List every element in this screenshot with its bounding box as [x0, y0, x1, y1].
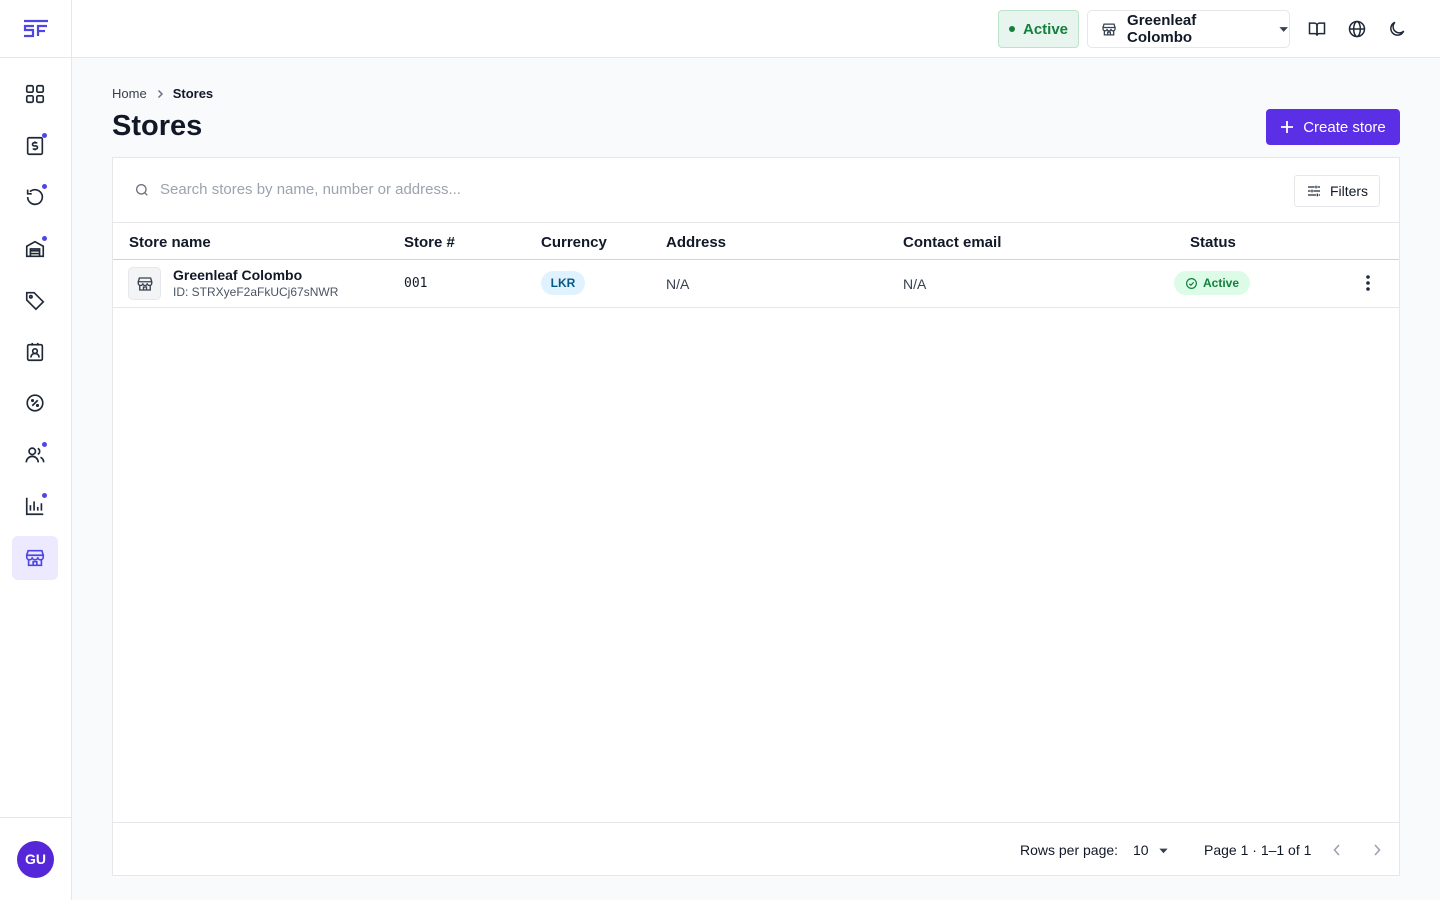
store-number: 001	[404, 276, 428, 291]
column-header-contact-email[interactable]: Contact email	[903, 234, 1001, 251]
globe-icon	[1348, 20, 1366, 38]
plus-icon	[1281, 121, 1294, 133]
more-vertical-icon	[1366, 275, 1370, 291]
contact-badge-icon	[26, 342, 44, 361]
store-status-label: Active	[1022, 20, 1069, 38]
store-address: N/A	[666, 276, 690, 292]
top-bar: Active Greenleaf Colombo	[72, 0, 1440, 58]
app-logo[interactable]	[0, 0, 71, 58]
language-button[interactable]	[1345, 17, 1369, 41]
sidebar-item-customers[interactable]	[12, 330, 58, 374]
store-selector[interactable]: Greenleaf Colombo	[1087, 10, 1290, 48]
store-icon	[25, 549, 45, 566]
store-id: ID: STRXyeF2aFkUCj67sNWR	[173, 285, 339, 299]
column-header-currency[interactable]: Currency	[541, 234, 607, 251]
store-avatar	[128, 267, 161, 300]
notification-dot	[42, 184, 47, 189]
tag-icon	[25, 291, 45, 311]
filters-label: Filters	[1329, 183, 1369, 199]
bar-chart-icon	[25, 497, 44, 516]
notification-dot	[42, 493, 47, 498]
caret-down-icon	[1158, 848, 1168, 853]
store-status-pill: Active	[998, 10, 1079, 48]
sidebar-item-users[interactable]	[12, 433, 58, 477]
store-name[interactable]: Greenleaf Colombo	[173, 267, 302, 283]
page-info: Page 1 · 1–1 of 1	[1204, 842, 1312, 858]
theme-toggle-button[interactable]	[1385, 17, 1409, 41]
column-header-store-number[interactable]: Store #	[404, 234, 455, 251]
column-header-status[interactable]: Status	[1190, 234, 1236, 251]
receipt-dollar-icon	[26, 136, 44, 155]
row-actions-button[interactable]	[1357, 272, 1379, 294]
sliders-icon	[1307, 185, 1320, 197]
dashboard-grid-icon	[25, 84, 45, 104]
sidebar-item-dashboard[interactable]	[12, 72, 58, 116]
chevron-right-icon	[1374, 844, 1381, 856]
sidebar-item-inventory[interactable]	[12, 227, 58, 271]
sidebar-item-products[interactable]	[12, 278, 58, 322]
breadcrumb: Home Stores	[112, 86, 213, 101]
store-icon	[1102, 23, 1116, 35]
currency-badge: LKR	[541, 271, 585, 295]
create-store-button[interactable]: Create store	[1266, 109, 1400, 145]
stores-panel: Filters Store name Store # Currency Addr…	[112, 157, 1400, 876]
chevron-left-icon	[1333, 844, 1340, 856]
next-page-button[interactable]	[1366, 839, 1388, 861]
breadcrumb-current: Stores	[172, 86, 214, 101]
previous-page-button[interactable]	[1326, 839, 1348, 861]
search-input[interactable]	[160, 178, 1260, 200]
breadcrumb-home-link[interactable]: Home	[112, 86, 147, 101]
users-icon	[25, 446, 45, 462]
notification-dot	[42, 132, 47, 138]
notification-dot	[42, 441, 47, 447]
sidebar-item-history[interactable]	[12, 175, 58, 219]
selected-store-name: Greenleaf Colombo	[1127, 12, 1197, 46]
create-store-label: Create store	[1303, 118, 1386, 136]
rows-per-page-select[interactable]: 10	[1133, 839, 1173, 861]
rows-per-page-label: Rows per page:	[1020, 842, 1119, 858]
status-dot-icon	[1008, 26, 1015, 32]
discount-badge-icon	[26, 394, 44, 412]
store-icon	[137, 276, 152, 291]
warehouse-icon	[25, 240, 45, 257]
sidebar-item-sales[interactable]	[12, 124, 58, 168]
sf-logo-icon	[23, 19, 48, 37]
rows-per-page-value: 10	[1133, 842, 1149, 858]
filters-button[interactable]: Filters	[1294, 175, 1380, 207]
moon-icon	[1390, 21, 1405, 36]
sidebar-item-discounts[interactable]	[12, 381, 58, 425]
table-header: Store name Store # Currency Address Cont…	[113, 224, 1399, 260]
chevron-right-icon	[157, 89, 163, 98]
check-circle-icon	[1186, 277, 1197, 289]
page-title: Stores	[112, 110, 203, 142]
sidebar-footer: GU	[0, 817, 71, 900]
search-bar: Filters	[113, 158, 1399, 223]
history-refresh-icon	[26, 188, 44, 206]
column-header-store-name[interactable]: Store name	[129, 234, 211, 251]
status-badge: Active	[1174, 271, 1250, 295]
search-icon	[136, 184, 148, 196]
caret-down-icon	[1279, 27, 1288, 32]
sidebar-item-stores[interactable]	[12, 535, 58, 580]
notification-dot	[42, 235, 47, 241]
table-pagination: Rows per page: 10 Page 1 · 1–1 of 1	[113, 822, 1399, 875]
user-avatar[interactable]: GU	[17, 840, 54, 878]
column-header-address[interactable]: Address	[666, 234, 726, 251]
sidebar: GU	[0, 0, 72, 900]
table-row[interactable]: Greenleaf Colombo ID: STRXyeF2aFkUCj67sN…	[113, 260, 1399, 308]
docs-button[interactable]	[1305, 17, 1329, 41]
status-label: Active	[1202, 276, 1240, 290]
book-icon	[1308, 22, 1326, 36]
sidebar-nav	[12, 72, 59, 587]
store-contact-email: N/A	[903, 276, 927, 292]
sidebar-item-reports[interactable]	[12, 484, 58, 528]
